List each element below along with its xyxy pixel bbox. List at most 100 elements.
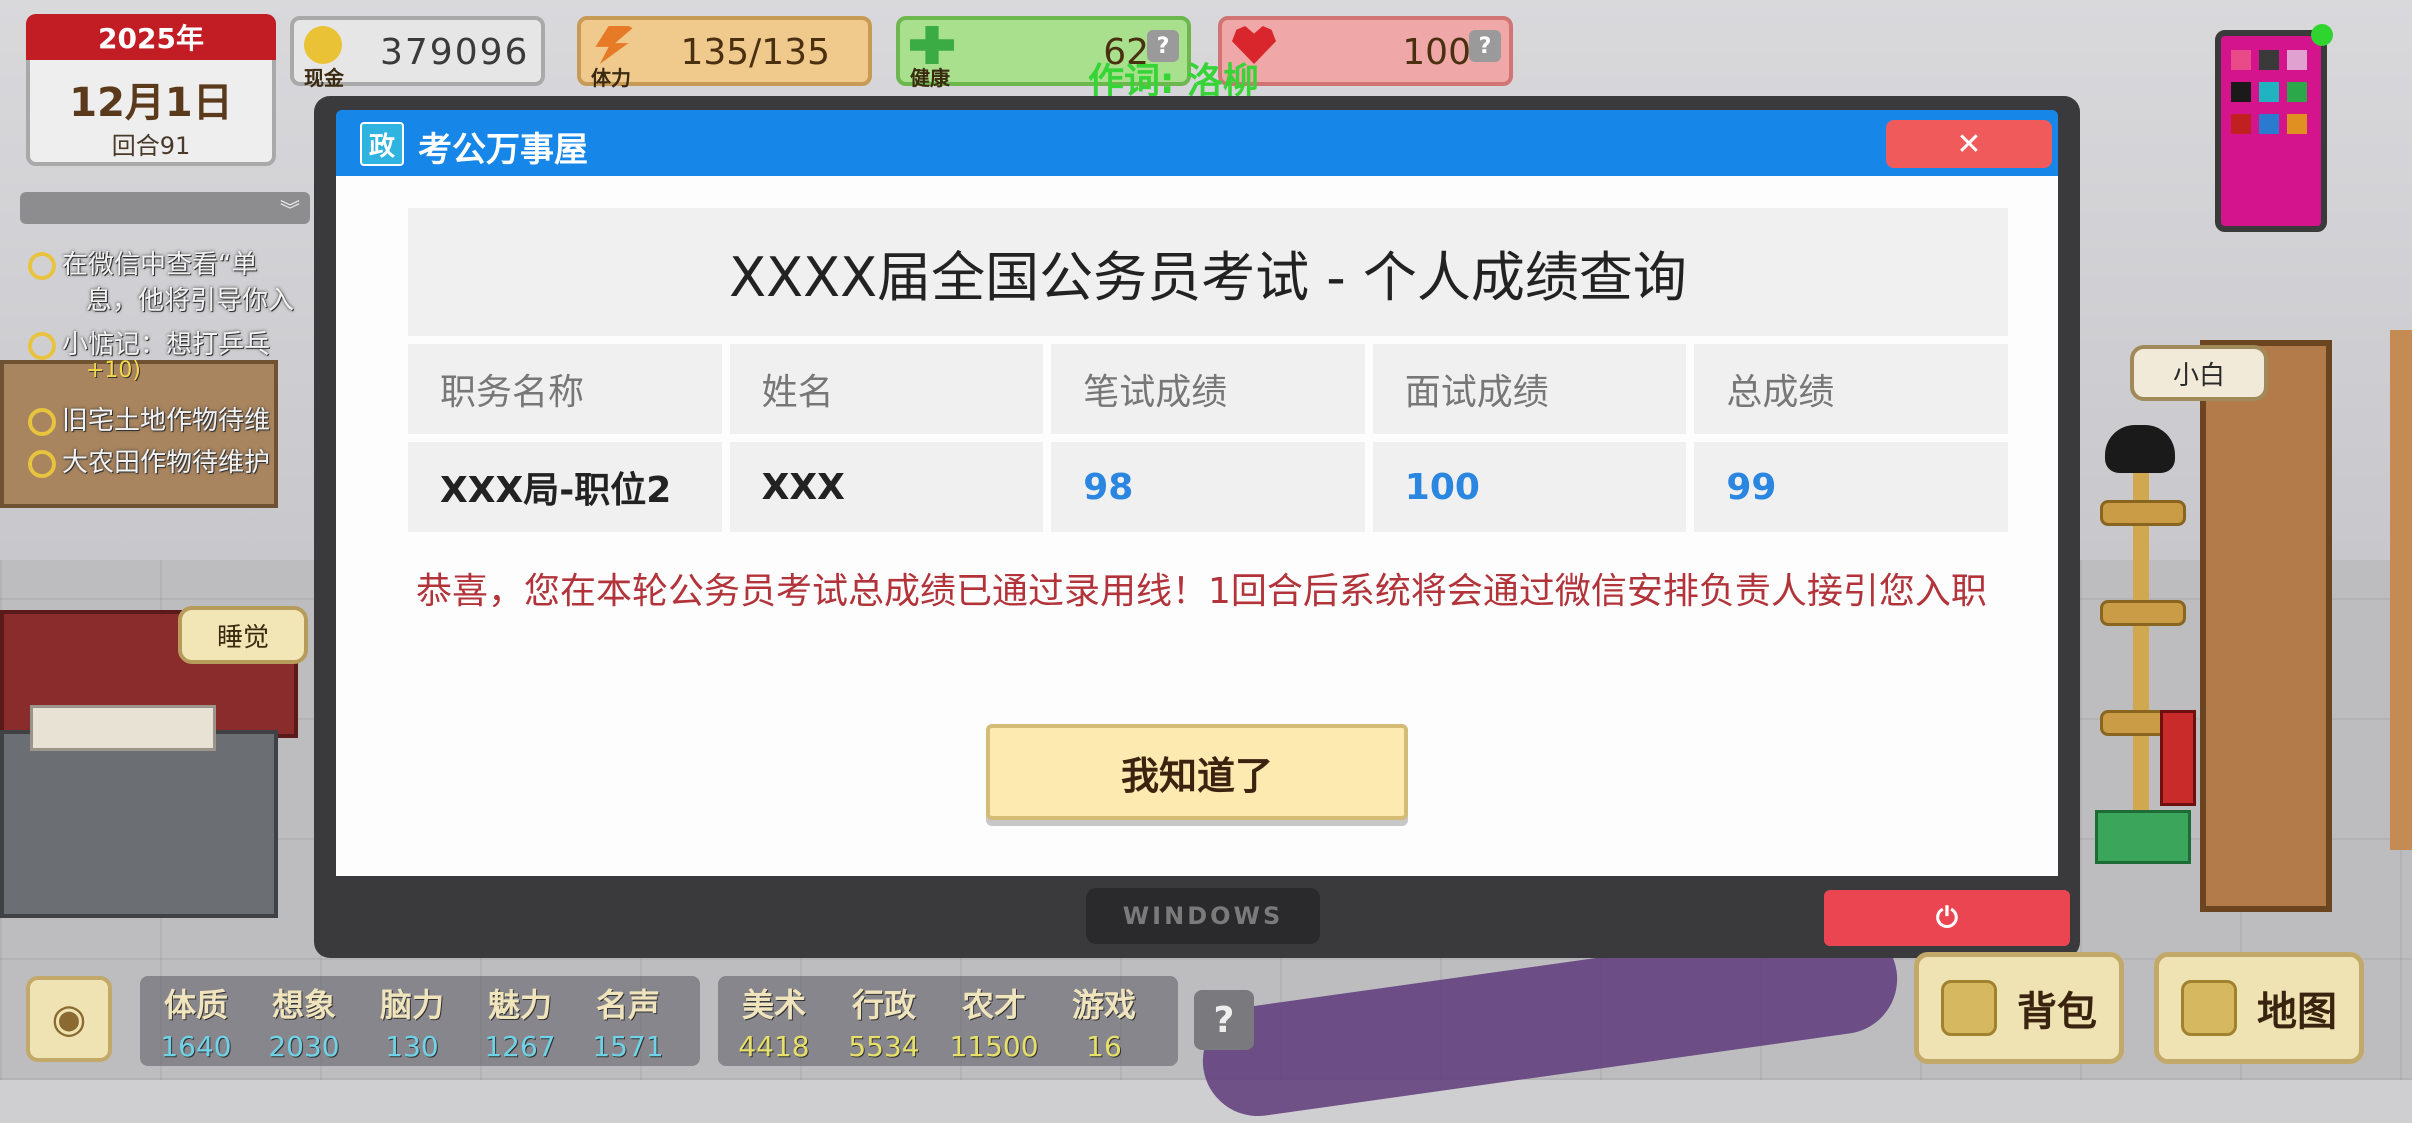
mood-help-button[interactable]: ? (1469, 30, 1501, 62)
wall-edge (2390, 330, 2412, 850)
cat-tower-platform (2100, 600, 2186, 626)
skill-name: 游戏 (1071, 986, 1136, 1024)
column-header: 总成绩 (1694, 344, 2008, 434)
skill-name: 农才 (961, 986, 1026, 1024)
dialog-title-bar: 政 考公万事屋 ✕ (336, 110, 2058, 176)
written-score-cell: 98 (1051, 442, 1365, 532)
attribute-name: 想象 (271, 986, 336, 1024)
app-icon (2259, 82, 2279, 102)
skill-value: 4418 (738, 1030, 810, 1063)
skill-name: 行政 (851, 986, 916, 1024)
skill-value: 16 (1086, 1030, 1122, 1063)
bed-mattress (0, 730, 278, 918)
notification-dot (2311, 24, 2333, 46)
attribute: 名声 1571 (578, 976, 678, 1063)
sleep-tag[interactable]: 睡觉 (178, 606, 308, 664)
attribute: 脑力 130 (362, 976, 462, 1063)
task-text: 小惦记：想打乒乓 (62, 330, 271, 360)
health-label: 健康 (910, 66, 950, 90)
attribute-value: 2030 (268, 1030, 340, 1063)
dialog-body: XXXX届全国公务员考试 - 个人成绩查询 职务名称 姓名 笔试成绩 面试成绩 … (336, 176, 2058, 876)
task-text: 大农田作物待维护 (62, 448, 271, 478)
skill-value: 11500 (949, 1030, 1039, 1063)
gov-app-icon: 政 (360, 122, 404, 166)
table-header-row: 职务名称 姓名 笔试成绩 面试成绩 总成绩 (408, 344, 2008, 434)
backpack-button[interactable]: 背包 (1914, 952, 2124, 1064)
map-icon (2181, 980, 2237, 1036)
backpack-icon (1941, 980, 1997, 1036)
attribute-name: 脑力 (379, 986, 444, 1024)
year-label: 2025年 (26, 14, 276, 60)
round-label: 回合91 (111, 132, 191, 160)
backpack-label: 背包 (2017, 989, 2097, 1035)
attribute-value: 1571 (592, 1030, 664, 1063)
task-ring-icon (28, 449, 56, 478)
interview-score-cell: 100 (1372, 442, 1687, 532)
task-bonus: +10) (86, 358, 142, 383)
attribute-value: 130 (385, 1030, 439, 1063)
close-button[interactable]: ✕ (1886, 120, 2052, 168)
door[interactable] (2200, 340, 2332, 912)
app-icon (2287, 114, 2307, 134)
cash-label: 现金 (304, 66, 344, 90)
mood-value: 100 (1402, 32, 1471, 73)
task-item-continued: 息，他将引导你入 (86, 280, 294, 317)
task-item[interactable]: 旧宅土地作物待维 (28, 400, 270, 437)
skill: 美术 4418 (724, 976, 824, 1063)
attribute-name: 体质 (163, 986, 228, 1024)
task-text: 在微信中查看“单 (62, 250, 258, 280)
skill-name: 美术 (741, 986, 806, 1024)
task-ring-icon (28, 407, 56, 436)
map-label: 地图 (2257, 989, 2337, 1035)
fire-extinguisher (2160, 710, 2196, 806)
map-button[interactable]: 地图 (2154, 952, 2364, 1064)
app-icon (2287, 50, 2307, 70)
acknowledge-button[interactable]: 我知道了 (986, 724, 1408, 820)
task-collapse-button[interactable]: ︾ (20, 192, 310, 224)
windows-label: WINDOWS (1086, 888, 1320, 944)
score-heading: XXXX届全国公务员考试 - 个人成绩查询 (408, 208, 2008, 336)
stamina-label: 体力 (591, 66, 631, 90)
task-text: 旧宅土地作物待维 (62, 406, 271, 436)
lightning-icon (595, 26, 635, 64)
cat-tower-base (2095, 810, 2191, 864)
score-table: 职务名称 姓名 笔试成绩 面试成绩 总成绩 XXX局-职位2 XXX 98 10… (408, 344, 2008, 540)
total-score-cell: 99 (1694, 442, 2008, 532)
skill-attributes: 美术 4418 行政 5534 农才 11500 游戏 16 (718, 976, 1178, 1066)
base-attributes: 体质 1640 想象 2030 脑力 130 魅力 1267 名声 1571 (140, 976, 700, 1066)
app-icon (2259, 50, 2279, 70)
bed-pillow (30, 705, 216, 751)
position-cell: XXX局-职位2 (408, 442, 722, 532)
health-cross-icon (910, 26, 954, 64)
table-row: XXX局-职位2 XXX 98 100 99 (408, 442, 2008, 532)
eye-toggle-button[interactable]: ◉ (26, 976, 112, 1062)
task-item[interactable]: 小惦记：想打乒乓 (28, 324, 270, 361)
app-icon (2231, 50, 2251, 70)
cat-name-tag[interactable]: 小白 (2130, 345, 2268, 401)
cat[interactable] (2105, 425, 2175, 473)
dialog-title: 考公万事屋 (418, 130, 588, 170)
stamina-value: 135/135 (680, 32, 830, 73)
cat-tower-platform (2100, 500, 2186, 526)
phone-icon[interactable] (2215, 24, 2333, 232)
result-notice: 恭喜，您在本轮公务员考试总成绩已通过录用线！1回合后系统将会通过微信安排负责人接… (416, 571, 1987, 612)
name-cell: XXX (729, 442, 1044, 532)
attribute-value: 1267 (484, 1030, 556, 1063)
attribute: 想象 2030 (254, 976, 354, 1063)
coin-icon (304, 26, 342, 64)
cash-value: 379096 (380, 32, 530, 73)
power-button[interactable]: ⏻ (1824, 890, 2070, 946)
attributes-help-button[interactable]: ? (1194, 990, 1254, 1050)
app-icon (2231, 114, 2251, 134)
task-ring-icon (28, 251, 56, 280)
attribute: 体质 1640 (146, 976, 246, 1063)
column-header: 笔试成绩 (1051, 344, 1365, 434)
app-icon (2231, 82, 2251, 102)
date-label: 12月1日 (69, 80, 233, 126)
task-item[interactable]: 在微信中查看“单 (28, 244, 257, 281)
attribute-name: 魅力 (487, 986, 552, 1024)
task-item[interactable]: 大农田作物待维护 (28, 442, 270, 479)
attribute-value: 1640 (160, 1030, 232, 1063)
attribute-name: 名声 (595, 986, 660, 1024)
skill: 游戏 16 (1054, 976, 1154, 1063)
